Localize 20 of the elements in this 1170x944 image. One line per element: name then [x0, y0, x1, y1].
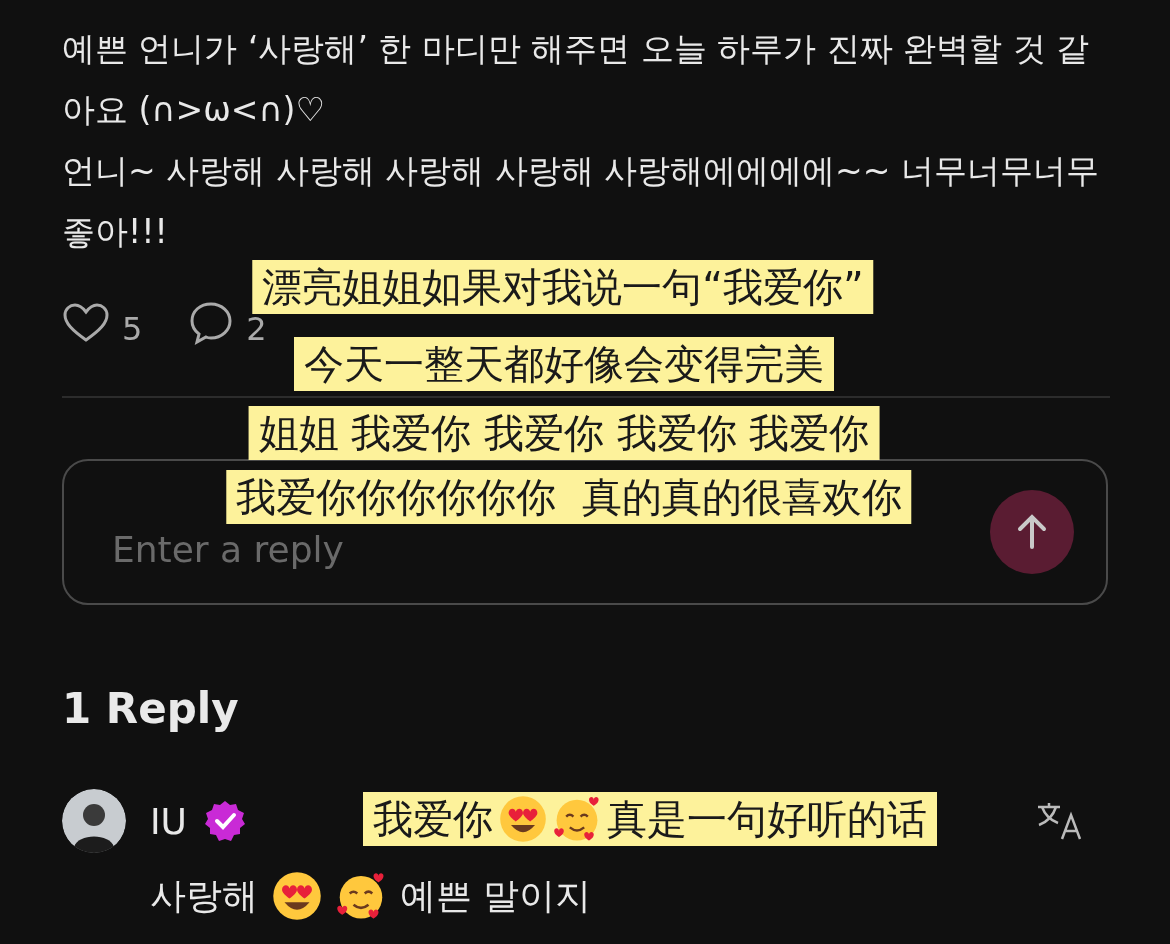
avatar[interactable] [62, 789, 126, 853]
comment-text: 언니~ 사랑해 사랑해 사랑해 사랑해 사랑해에에에에~~ 너무너무너무 좋아!!! [62, 150, 1100, 253]
arrow-up-icon [1015, 513, 1049, 551]
heart-icon[interactable] [62, 302, 110, 344]
reply-text: 사랑해 예쁜 말이지 [150, 871, 1108, 921]
subtitle-caption: 我爱你 真是一句好听的话 [363, 792, 937, 846]
smiling-hearts-emoji-icon [336, 871, 386, 921]
reply-input[interactable]: Enter a reply [112, 528, 392, 570]
comment-text: 예쁜 언니가 ‘사랑해’ 한 마디만 해주면 오늘 하루가 진짜 완벽할 것 같아요 (∩>ω<∩)♡ [62, 28, 1091, 131]
replies-heading: 1 Reply [62, 683, 240, 735]
smiling-hearts-emoji-icon [553, 795, 601, 843]
author-name[interactable]: IU [150, 800, 187, 842]
subtitle-caption: 漂亮姐姐如果对我说一句“我爱你” [252, 260, 874, 314]
translate-icon[interactable] [1036, 801, 1084, 841]
subtitle-caption: 我爱你你你你你你 真的真的很喜欢你 [226, 470, 912, 524]
heart-eyes-emoji-icon [499, 795, 547, 843]
subtitle-caption: 姐姐 我爱你 我爱你 我爱你 我爱你 [248, 406, 880, 460]
like-count: 5 [122, 310, 143, 348]
subtitle-caption: 今天一整天都好像会变得完美 [294, 337, 834, 391]
heart-eyes-emoji-icon [272, 871, 322, 921]
